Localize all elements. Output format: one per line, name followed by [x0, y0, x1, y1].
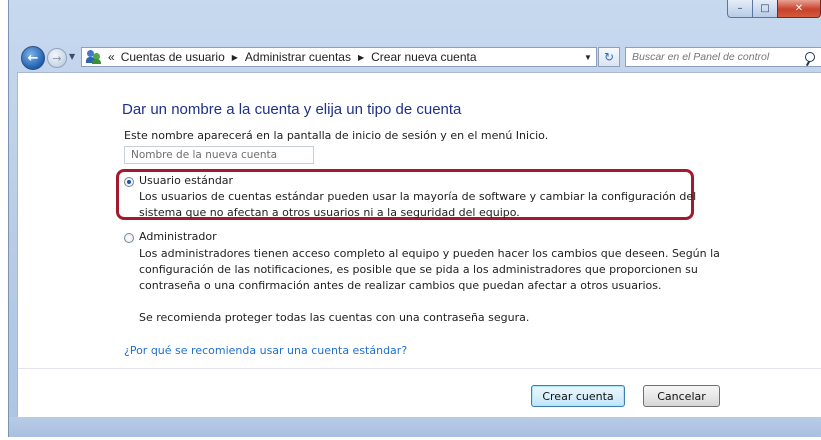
breadcrumb-item-cuentas-de-usuario[interactable]: Cuentas de usuario	[121, 50, 225, 64]
user-accounts-icon	[86, 50, 102, 64]
administrator-label[interactable]: Administrador	[139, 230, 217, 243]
description-line: configuración de las notificaciones, es …	[139, 263, 698, 276]
refresh-icon: ↻	[603, 50, 615, 64]
search-box[interactable]	[625, 47, 821, 67]
close-button[interactable]: ✕	[777, 0, 821, 18]
description-line: Los administradores tienen acceso comple…	[139, 247, 720, 260]
navigation-bar: ← → ▼ « Cuentas de usuario ▶ Administrar…	[9, 40, 821, 70]
description-line: sistema que no afectan a otros usuarios …	[139, 206, 520, 219]
address-bar[interactable]: « Cuentas de usuario ▶ Administrar cuent…	[81, 47, 597, 67]
account-name-input[interactable]	[124, 146, 314, 164]
refresh-button[interactable]: ↻	[598, 47, 620, 67]
administrator-description: Los administradores tienen acceso comple…	[139, 246, 720, 294]
cancel-button[interactable]: Cancelar	[643, 385, 720, 407]
breadcrumb-overflow-icon[interactable]: «	[108, 50, 115, 64]
recent-pages-dropdown-icon[interactable]: ▼	[69, 52, 75, 61]
control-panel-window: – □ ✕ ← → ▼ « Cuentas de usuario ▶ Admin…	[8, 0, 821, 437]
standard-user-description: Los usuarios de cuentas estándar pueden …	[139, 189, 696, 221]
why-standard-account-link[interactable]: ¿Por qué se recomienda usar una cuenta e…	[124, 344, 407, 357]
footer-bar: Crear cuenta Cancelar	[18, 368, 821, 419]
content-pane: Dar un nombre a la cuenta y elija un tip…	[17, 72, 821, 419]
page-title: Dar un nombre a la cuenta y elija un tip…	[122, 101, 462, 118]
back-button[interactable]: ←	[21, 46, 45, 70]
recommendation-text: Se recomienda proteger todas las cuentas…	[139, 311, 530, 324]
forward-arrow-icon: →	[52, 51, 62, 65]
forward-button[interactable]: →	[47, 48, 67, 68]
page-subtitle: Este nombre aparecerá en la pantalla de …	[124, 129, 549, 142]
breadcrumb-separator-icon[interactable]: ▶	[358, 53, 364, 62]
standard-user-label[interactable]: Usuario estándar	[139, 174, 233, 187]
search-icon[interactable]	[805, 52, 815, 62]
search-input[interactable]	[626, 50, 804, 64]
description-line: Los usuarios de cuentas estándar pueden …	[139, 190, 697, 203]
administrator-radio[interactable]	[124, 233, 134, 243]
breadcrumb-item-crear-nueva-cuenta[interactable]: Crear nueva cuenta	[371, 50, 476, 64]
create-account-button[interactable]: Crear cuenta	[531, 385, 625, 407]
standard-user-radio[interactable]	[124, 177, 134, 187]
description-line: contraseña o una confirmación antes de r…	[139, 279, 662, 292]
breadcrumb-separator-icon[interactable]: ▶	[232, 53, 238, 62]
minimize-button[interactable]: –	[727, 0, 753, 18]
back-arrow-icon: ←	[27, 50, 39, 66]
caption-buttons: – □ ✕	[727, 0, 821, 20]
window-bottom-frame	[9, 417, 821, 437]
address-dropdown-icon[interactable]: ▼	[580, 53, 596, 62]
breadcrumb-item-administrar-cuentas[interactable]: Administrar cuentas	[245, 50, 351, 64]
maximize-button[interactable]: □	[752, 0, 778, 18]
